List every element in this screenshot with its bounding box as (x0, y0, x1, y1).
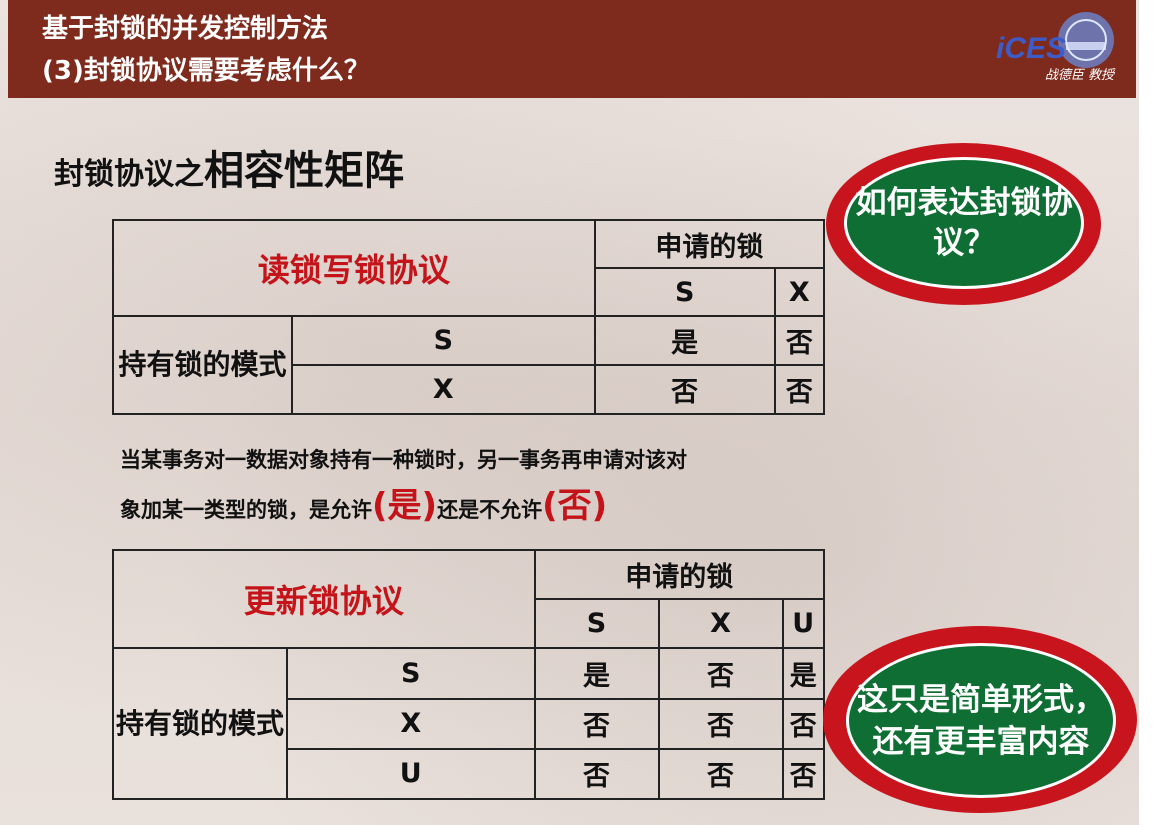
cell-s-x: 否 (657, 647, 784, 700)
explanation-text: 当某事务对一数据对象持有一种锁时，另一事务再申请对该对 象加某一类型的锁，是允许… (120, 437, 820, 533)
requested-lock-header: 申请的锁 (593, 219, 826, 269)
note-bubble-text: 这只是简单形式，还有更丰富内容 (846, 643, 1116, 798)
explanation-line-2b: 还是不允许 (437, 498, 543, 522)
heading-main: 相容性矩阵 (204, 148, 404, 194)
matrix-title: 读锁写锁协议 (112, 219, 596, 317)
col-header-u: U (781, 598, 825, 650)
note-bubble: 这只是简单形式，还有更丰富内容 (823, 626, 1137, 813)
matrix-title: 更新锁协议 (112, 548, 536, 650)
col-header-x: X (657, 598, 784, 650)
cell-x-x: 否 (773, 364, 826, 415)
header-subtitle: (3)封锁协议需要考虑什么？ (42, 56, 370, 86)
compatibility-matrix-update: 更新锁协议 申请的锁 S X U 持有锁的模式 S 是 否 是 X 否 否 否 … (112, 548, 825, 801)
cell-s-s: 是 (593, 315, 776, 366)
row-header-x: X (291, 364, 596, 415)
row-header-x: X (286, 697, 536, 750)
cell-x-u: 否 (781, 697, 825, 750)
cell-u-u: 否 (781, 747, 825, 801)
question-bubble-text: 如何表达封锁协议？ (844, 157, 1084, 289)
cell-x-x: 否 (657, 697, 784, 750)
requested-lock-header: 申请的锁 (533, 548, 825, 601)
logo-caption: 战德臣 教授 (1044, 68, 1114, 83)
col-header-s: S (593, 267, 776, 317)
held-lock-header: 持有锁的模式 (112, 647, 288, 800)
explanation-line-2: 象加某一类型的锁，是允许(是)还是不允许(否) (120, 483, 820, 533)
cell-u-s: 否 (533, 747, 660, 801)
explanation-line-2a: 象加某一类型的锁，是允许 (120, 498, 372, 522)
cell-x-s: 否 (593, 364, 776, 415)
heading-prefix: 封锁协议之 (54, 157, 204, 192)
slide: 基于封锁的并发控制方法 (3)封锁协议需要考虑什么？ iCES 战德臣 教授 封… (0, 0, 1139, 825)
row-header-s: S (286, 647, 536, 700)
row-header-s: S (291, 315, 596, 366)
cell-s-s: 是 (533, 647, 660, 700)
svg-text:iCES: iCES (996, 32, 1066, 65)
cell-s-x: 否 (773, 315, 826, 366)
explanation-line-1: 当某事务对一数据对象持有一种锁时，另一事务再申请对该对 (120, 448, 687, 472)
row-header-u: U (286, 747, 536, 801)
yes-emphasis: (是) (372, 486, 438, 526)
col-header-x: X (773, 267, 826, 317)
section-heading: 封锁协议之相容性矩阵 (54, 138, 404, 196)
cell-u-x: 否 (657, 747, 784, 801)
question-bubble: 如何表达封锁协议？ (826, 143, 1101, 305)
col-header-s: S (533, 598, 660, 650)
cell-x-s: 否 (533, 697, 660, 750)
header-title: 基于封锁的并发控制方法 (42, 14, 329, 44)
slide-header: 基于封锁的并发控制方法 (3)封锁协议需要考虑什么？ iCES 战德臣 教授 (8, 0, 1136, 98)
compatibility-matrix-read-write: 读锁写锁协议 申请的锁 S X 持有锁的模式 S 是 否 X 否 否 (112, 219, 826, 415)
cell-s-u: 是 (781, 647, 825, 700)
held-lock-header: 持有锁的模式 (112, 315, 293, 415)
no-emphasis: (否) (542, 486, 608, 526)
